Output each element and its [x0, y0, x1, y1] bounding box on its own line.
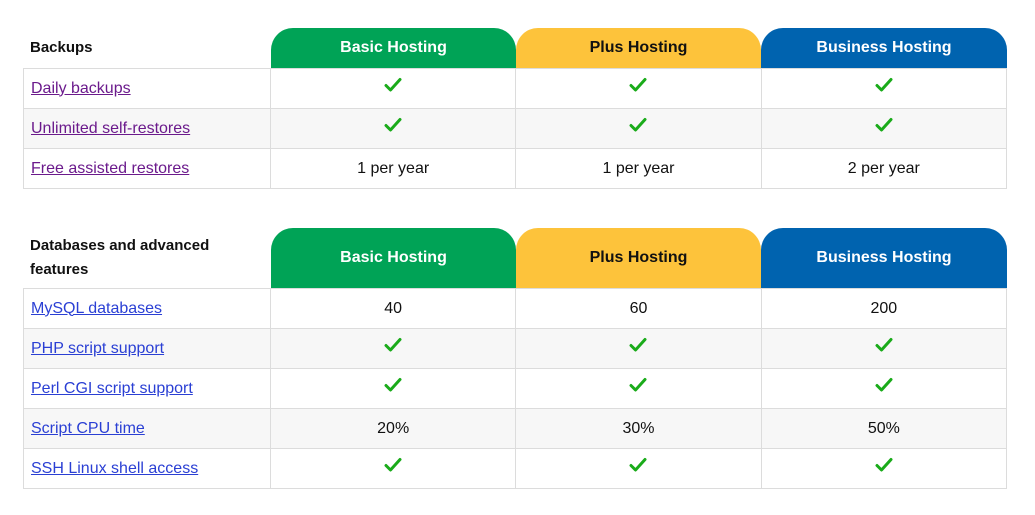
databases-table: MySQL databases 40 60 200 PHP script support…	[23, 288, 1008, 489]
checkmark-icon	[875, 78, 893, 92]
value-cell	[760, 448, 1008, 489]
value-cell	[269, 448, 517, 489]
section-title: Backups	[30, 39, 93, 56]
checkmark-icon	[629, 458, 647, 472]
table-row: PHP script support	[23, 328, 1008, 369]
databases-header-row: Databases and advanced features Basic Ho…	[23, 228, 1007, 288]
table-row: Script CPU time 20% 30% 50%	[23, 408, 1008, 449]
value-cell: 200	[760, 288, 1008, 329]
checkmark-icon	[875, 378, 893, 392]
value-cell	[760, 68, 1008, 109]
feature-link[interactable]: SSH Linux shell access	[31, 460, 198, 477]
backups-table: Daily backups Unlimited self-restores Free…	[23, 68, 1008, 189]
plan-header-business: Business Hosting	[761, 228, 1007, 288]
plan-header-basic: Basic Hosting	[271, 28, 516, 68]
backups-header-row: Backups Basic Hosting Plus Hosting Busin…	[23, 28, 1007, 68]
table-row: Perl CGI script support	[23, 368, 1008, 409]
value-cell: 30%	[515, 408, 762, 449]
feature-cell: Daily backups	[23, 68, 271, 109]
value-cell	[760, 108, 1008, 149]
value-text: 1 per year	[357, 159, 430, 177]
feature-link[interactable]: Perl CGI script support	[31, 380, 193, 397]
checkmark-icon	[384, 118, 402, 132]
checkmark-icon	[384, 378, 402, 392]
value-cell: 50%	[760, 408, 1008, 449]
checkmark-icon	[384, 458, 402, 472]
feature-link[interactable]: Daily backups	[31, 80, 131, 97]
feature-cell: Unlimited self-restores	[23, 108, 271, 149]
checkmark-icon	[875, 118, 893, 132]
value-cell	[760, 328, 1008, 369]
feature-cell: Perl CGI script support	[23, 368, 271, 409]
value-cell	[760, 368, 1008, 409]
value-cell	[515, 448, 762, 489]
table-row: Unlimited self-restores	[23, 108, 1008, 149]
value-cell	[269, 328, 517, 369]
feature-link[interactable]: Free assisted restores	[31, 160, 189, 177]
feature-cell: SSH Linux shell access	[23, 448, 271, 489]
feature-link[interactable]: Unlimited self-restores	[31, 120, 190, 137]
plan-header-plus: Plus Hosting	[516, 28, 761, 68]
value-text: 200	[870, 299, 898, 317]
plan-header-business: Business Hosting	[761, 28, 1007, 68]
plan-header-plus: Plus Hosting	[516, 228, 761, 288]
value-cell	[269, 108, 517, 149]
value-text: 30%	[622, 419, 655, 437]
checkmark-icon	[629, 378, 647, 392]
checkmark-icon	[629, 78, 647, 92]
value-text: 2 per year	[847, 159, 920, 177]
value-text: 20%	[377, 419, 410, 437]
checkmark-icon	[629, 338, 647, 352]
value-cell	[515, 108, 762, 149]
value-text: 60	[629, 299, 648, 317]
value-cell	[515, 328, 762, 369]
value-cell: 40	[269, 288, 517, 329]
value-cell: 2 per year	[760, 148, 1008, 189]
table-row: MySQL databases 40 60 200	[23, 288, 1008, 329]
value-cell: 20%	[269, 408, 517, 449]
feature-cell: Script CPU time	[23, 408, 271, 449]
table-row: Daily backups	[23, 68, 1008, 109]
checkmark-icon	[875, 458, 893, 472]
value-text: 1 per year	[602, 159, 675, 177]
value-text: 40	[384, 299, 403, 317]
plan-header-basic: Basic Hosting	[271, 228, 516, 288]
value-cell	[269, 368, 517, 409]
checkmark-icon	[875, 338, 893, 352]
databases-section: Databases and advanced features Basic Ho…	[23, 228, 1008, 489]
table-row: SSH Linux shell access	[23, 448, 1008, 489]
feature-cell: Free assisted restores	[23, 148, 271, 189]
checkmark-icon	[384, 338, 402, 352]
value-cell: 1 per year	[515, 148, 762, 189]
backups-section: Backups Basic Hosting Plus Hosting Busin…	[23, 28, 1008, 189]
feature-cell: MySQL databases	[23, 288, 271, 329]
value-cell	[269, 68, 517, 109]
value-text: 50%	[867, 419, 900, 437]
feature-link[interactable]: PHP script support	[31, 340, 164, 357]
checkmark-icon	[629, 118, 647, 132]
value-cell	[515, 68, 762, 109]
section-title: Databases and advanced features	[30, 237, 210, 278]
value-cell	[515, 368, 762, 409]
feature-link[interactable]: MySQL databases	[31, 300, 162, 317]
checkmark-icon	[384, 78, 402, 92]
feature-cell: PHP script support	[23, 328, 271, 369]
feature-link[interactable]: Script CPU time	[31, 420, 145, 437]
value-cell: 60	[515, 288, 762, 329]
table-row: Free assisted restores 1 per year 1 per ye…	[23, 148, 1008, 189]
value-cell: 1 per year	[269, 148, 517, 189]
